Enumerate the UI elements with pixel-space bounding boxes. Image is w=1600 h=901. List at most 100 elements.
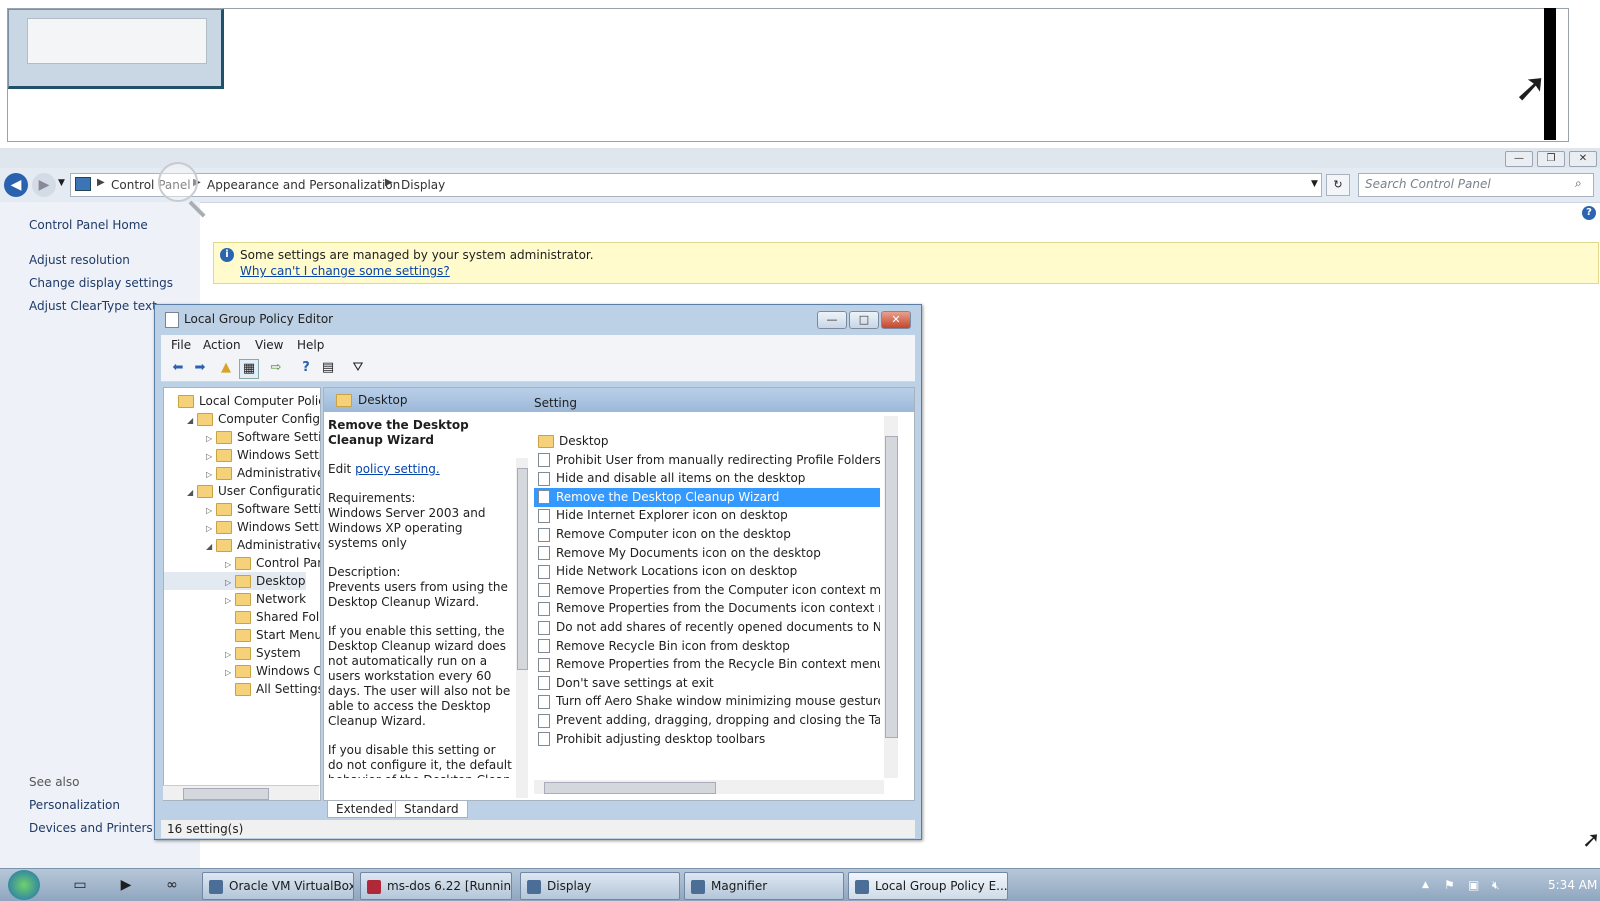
magnifier-lens-icon[interactable]: [158, 162, 198, 202]
show-hidden-icons[interactable]: ▲: [1422, 869, 1429, 901]
tree-item[interactable]: ▷ Network: [164, 590, 306, 608]
setting-row[interactable]: Hide Internet Explorer icon on desktop: [534, 506, 880, 525]
tree-item[interactable]: Local Computer Policy: [164, 392, 320, 410]
tree-item[interactable]: ▷Windows Setting: [164, 446, 320, 464]
forward-icon[interactable]: ▶: [32, 173, 56, 197]
action-center-flag-icon[interactable]: ⚑: [1444, 869, 1455, 901]
tree-item[interactable]: ▷Software Settings: [164, 500, 320, 518]
setting-row[interactable]: Do not add shares of recently opened doc…: [534, 618, 880, 637]
edit-policy-link[interactable]: policy setting.: [355, 462, 440, 476]
setting-row[interactable]: Remove My Documents icon on the desktop: [534, 544, 880, 563]
clock[interactable]: 5:34 AM: [1548, 869, 1597, 901]
adjust-resolution-link[interactable]: Adjust resolution: [29, 253, 130, 267]
search-icon[interactable]: ⌕: [1575, 176, 1582, 191]
recent-pages-icon[interactable]: ▼: [58, 178, 65, 188]
tab-extended[interactable]: Extended: [327, 801, 402, 818]
setting-row[interactable]: Turn off Aero Shake window minimizing mo…: [534, 692, 880, 711]
help-icon[interactable]: ?: [297, 359, 315, 377]
tree-item[interactable]: All Settings: [164, 680, 320, 698]
tab-standard[interactable]: Standard: [395, 801, 468, 818]
network-icon[interactable]: ▣: [1468, 869, 1479, 901]
restore-button[interactable]: ❐: [1537, 151, 1565, 167]
tree-item[interactable]: Shared Folder: [164, 608, 320, 626]
list-hscroll-thumb[interactable]: [544, 782, 716, 794]
breadcrumb-separator[interactable]: ▶: [385, 177, 393, 188]
up-folder-icon[interactable]: ▲: [217, 359, 235, 377]
list-horizontal-scrollbar[interactable]: [534, 780, 884, 794]
personalization-link[interactable]: Personalization: [29, 798, 120, 812]
control-panel-home-link[interactable]: Control Panel Home: [29, 218, 148, 232]
volume-muted-icon[interactable]: 🔇︎: [1492, 869, 1500, 901]
breadcrumb-display[interactable]: Display: [401, 178, 445, 192]
menu-help[interactable]: Help: [297, 338, 324, 352]
show-hide-tree-icon[interactable]: ▦: [239, 359, 259, 379]
setting-row[interactable]: Prevent adding, dragging, dropping and c…: [534, 711, 880, 730]
minimize-button[interactable]: —: [1505, 151, 1533, 167]
breadcrumb-separator[interactable]: ▶: [97, 177, 105, 188]
gpe-minimize-button[interactable]: —: [817, 311, 847, 329]
setting-row[interactable]: Hide Network Locations icon on desktop: [534, 562, 880, 581]
search-input[interactable]: Search Control Panel ⌕: [1358, 173, 1594, 197]
gpe-maximize-button[interactable]: □: [849, 311, 879, 329]
close-button[interactable]: ✕: [1569, 151, 1597, 167]
tree-item[interactable]: ▷Administrative Te: [164, 464, 320, 482]
tree-item[interactable]: ▷ Desktop: [164, 572, 306, 590]
task-group-policy-editor[interactable]: Local Group Policy E...: [848, 872, 1008, 900]
setting-column-header[interactable]: Setting: [534, 396, 577, 410]
setting-row[interactable]: Prohibit adjusting desktop toolbars: [534, 730, 880, 749]
address-dropdown-icon[interactable]: ▼: [1311, 179, 1318, 189]
list-vertical-scrollbar[interactable]: [884, 416, 898, 778]
gpe-close-button[interactable]: ✕: [881, 311, 911, 329]
setting-row[interactable]: Remove Properties from the Computer icon…: [534, 581, 880, 600]
setting-row[interactable]: Prohibit User from manually redirecting …: [534, 451, 880, 470]
setting-row[interactable]: Remove Properties from the Documents ico…: [534, 599, 880, 618]
help-icon[interactable]: ?: [1582, 206, 1596, 220]
forward-icon[interactable]: ➡: [191, 359, 209, 377]
tree-item[interactable]: Start Menu ar: [164, 626, 320, 644]
setting-row[interactable]: Remove Properties from the Recycle Bin c…: [534, 655, 880, 674]
gpe-titlebar[interactable]: Local Group Policy Editor — □ ✕: [155, 305, 921, 333]
tree-horizontal-scrollbar[interactable]: [163, 785, 319, 800]
tree-item[interactable]: ▷Windows Cor: [164, 662, 320, 680]
explorer-pin-icon[interactable]: ▭: [70, 875, 90, 895]
setting-row[interactable]: Remove the Desktop Cleanup Wizard: [534, 487, 880, 507]
export-list-icon[interactable]: ⇨: [267, 359, 285, 377]
tree-item[interactable]: ▷Software Settings: [164, 428, 320, 446]
menu-action[interactable]: Action: [203, 338, 241, 352]
refresh-icon[interactable]: ↻: [1326, 174, 1350, 196]
app-pin-icon[interactable]: ∞: [162, 875, 182, 895]
tree-item[interactable]: ▷Control Panel: [164, 554, 320, 572]
setting-row[interactable]: Don't save settings at exit: [534, 674, 880, 693]
properties-icon[interactable]: ▤: [319, 359, 337, 377]
breadcrumb-appearance[interactable]: Appearance and Personalization: [207, 178, 400, 192]
description-scrollbar[interactable]: [516, 458, 528, 798]
settings-folder-row[interactable]: Desktop: [534, 432, 880, 451]
task-ms-dos[interactable]: ms-dos 6.22 [Runnin...: [360, 872, 512, 900]
menu-view[interactable]: View: [255, 338, 283, 352]
change-display-settings-link[interactable]: Change display settings: [29, 276, 173, 290]
tree-scroll-thumb[interactable]: [183, 788, 269, 800]
address-bar[interactable]: ▶ Control Panel ▶ Appearance and Persona…: [70, 173, 1322, 197]
start-button[interactable]: [8, 870, 40, 900]
task-magnifier[interactable]: Magnifier: [684, 872, 844, 900]
tree-item[interactable]: ◢ User Configuration: [164, 482, 320, 500]
task-display[interactable]: Display: [520, 872, 680, 900]
tree-item[interactable]: ◢Computer Configura: [164, 410, 320, 428]
media-player-pin-icon[interactable]: ▶: [116, 875, 136, 895]
tree-item[interactable]: ◢Administrative Te: [164, 536, 320, 554]
filter-icon[interactable]: ⛛: [349, 359, 367, 377]
description-scroll-thumb[interactable]: [517, 468, 528, 670]
setting-row[interactable]: Remove Recycle Bin icon from desktop: [534, 637, 880, 656]
devices-and-printers-link[interactable]: Devices and Printers: [29, 821, 153, 835]
task-virtualbox[interactable]: Oracle VM VirtualBox...: [202, 872, 354, 900]
back-icon[interactable]: ⬅: [169, 359, 187, 377]
back-icon[interactable]: ◀: [4, 173, 28, 197]
adjust-cleartype-link[interactable]: Adjust ClearType text: [29, 299, 157, 313]
menu-file[interactable]: File: [171, 338, 191, 352]
tree-item[interactable]: ▷ System: [164, 644, 301, 662]
tree-item[interactable]: ▷Windows Setting: [164, 518, 320, 536]
setting-row[interactable]: Remove Computer icon on the desktop: [534, 525, 880, 544]
setting-row[interactable]: Hide and disable all items on the deskto…: [534, 469, 880, 488]
banner-link[interactable]: Why can't I change some settings?: [240, 264, 450, 278]
list-scroll-thumb[interactable]: [885, 436, 898, 738]
